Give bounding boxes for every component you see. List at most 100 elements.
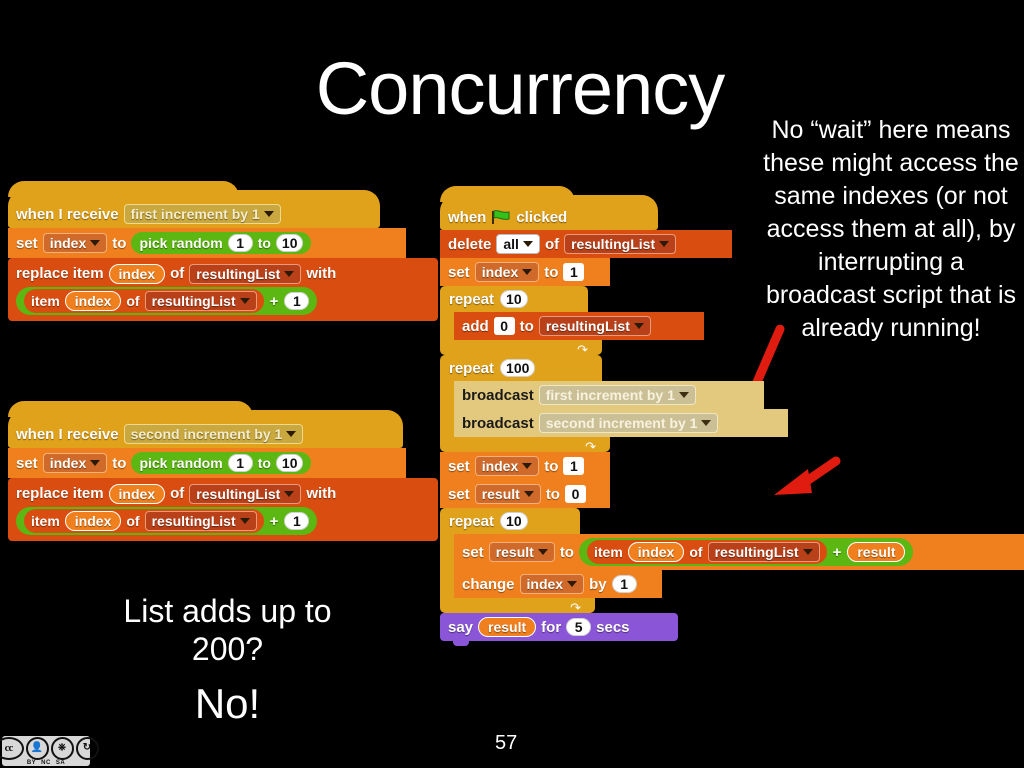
block-delete-of-list[interactable]: delete all of resultingList: [440, 230, 732, 258]
addend-value[interactable]: 1: [284, 292, 310, 310]
pick-random-from[interactable]: 1: [227, 454, 253, 472]
set-label: set: [448, 457, 470, 475]
chevron-down-icon: [701, 420, 712, 426]
say-seconds-input[interactable]: 5: [566, 618, 592, 636]
block-replace-item[interactable]: replace item index of resultingList with…: [8, 258, 438, 321]
pick-random-to[interactable]: 10: [275, 454, 304, 472]
block-broadcast-second[interactable]: broadcast second increment by 1: [454, 409, 788, 437]
variable-dropdown-index[interactable]: index: [474, 262, 540, 282]
block-replace-item[interactable]: replace item index of resultingList with…: [8, 478, 438, 541]
block-repeat-100-broadcasts[interactable]: repeat 100 broadcast first increment by …: [440, 355, 800, 454]
block-set-index-random[interactable]: set index to pick random 1 to 10: [8, 448, 406, 478]
variable-dropdown-index[interactable]: index: [42, 233, 108, 253]
reporter-pick-random[interactable]: pick random 1 to 10: [131, 232, 312, 254]
variable-index-reporter[interactable]: index: [108, 263, 166, 284]
hat-when-i-receive-second[interactable]: when I receive second increment by 1: [8, 401, 403, 448]
block-repeat-10-add[interactable]: repeat 10 add 0 to resultingList ↷: [440, 286, 740, 357]
broadcast-message-dropdown[interactable]: second increment by 1: [123, 424, 304, 444]
page-number: 57: [495, 732, 518, 754]
list-dropdown-resultinglist[interactable]: resultingList: [144, 511, 257, 531]
script-first-increment[interactable]: when I receive first increment by 1 set …: [8, 181, 438, 321]
broadcast-label: broadcast: [462, 386, 534, 404]
hat-when-green-flag-clicked[interactable]: when clicked: [440, 186, 658, 230]
variable-result-reporter[interactable]: result: [847, 542, 906, 562]
variable-dropdown-index[interactable]: index: [519, 574, 585, 594]
chevron-down-icon: [678, 392, 689, 398]
script-second-increment[interactable]: when I receive second increment by 1 set…: [8, 401, 438, 541]
list-dropdown-resultinglist[interactable]: resultingList: [189, 483, 302, 504]
block-set-result-to-0[interactable]: set result to 0: [440, 480, 610, 508]
reporter-item-of-list[interactable]: item index of resultingList: [24, 509, 264, 533]
add-value-input[interactable]: 0: [493, 317, 515, 335]
variable-index-reporter[interactable]: index: [627, 542, 685, 562]
list-dropdown-resultinglist[interactable]: resultingList: [564, 234, 677, 254]
reporter-sum[interactable]: item index of resultingList + result: [578, 538, 914, 566]
variable-dropdown-result[interactable]: result: [488, 542, 555, 562]
of-label: of: [170, 265, 185, 282]
change-amount-input[interactable]: 1: [611, 575, 637, 593]
reporter-pick-random[interactable]: pick random 1 to 10: [131, 452, 312, 474]
block-broadcast-first[interactable]: broadcast first increment by 1: [454, 381, 764, 409]
repeat-count-input[interactable]: 100: [500, 359, 536, 377]
of-label: of: [170, 485, 185, 502]
repeat-count-input[interactable]: 10: [500, 290, 528, 308]
variable-index-reporter[interactable]: index: [64, 511, 122, 531]
reporter-item-of-list[interactable]: item index of resultingList: [24, 289, 264, 313]
reporter-item-of-list[interactable]: item index of resultingList: [586, 540, 827, 564]
list-name: resultingList: [571, 236, 656, 252]
hat-when-i-receive-first[interactable]: when I receive first increment by 1: [8, 181, 380, 228]
verdict-answer: No!: [194, 679, 261, 727]
repeat-header[interactable]: repeat 100: [440, 355, 602, 381]
to-label: to: [257, 235, 271, 251]
broadcast-message-dropdown[interactable]: first increment by 1: [538, 385, 696, 405]
repeat-count-input[interactable]: 10: [500, 512, 528, 530]
set-label: set: [462, 543, 484, 561]
broadcast-message-dropdown[interactable]: second increment by 1: [538, 413, 719, 433]
block-say-for-secs[interactable]: say result for 5 secs: [440, 613, 678, 646]
list-dropdown-resultinglist[interactable]: resultingList: [538, 316, 651, 336]
set-value-input[interactable]: 1: [563, 457, 585, 475]
change-label: change: [462, 575, 515, 593]
script-main-green-flag[interactable]: when clicked delete all of resultingList: [440, 186, 1024, 646]
block-change-index-by-1[interactable]: change index by 1: [454, 570, 662, 598]
variable-result-reporter[interactable]: result: [478, 617, 537, 637]
page-title: Concurrency: [315, 47, 726, 130]
variable-index-reporter[interactable]: index: [64, 291, 122, 311]
for-label: for: [541, 618, 562, 636]
broadcast-message-dropdown[interactable]: first increment by 1: [123, 204, 281, 224]
block-set-index-random[interactable]: set index to pick random 1 to 10: [8, 228, 406, 258]
addend-value[interactable]: 1: [284, 512, 310, 530]
block-set-index-to-1-second[interactable]: set index to 1: [440, 452, 610, 480]
repeat-header[interactable]: repeat 10: [440, 508, 580, 534]
delete-which-value: all: [503, 236, 519, 252]
add-label: add: [462, 317, 489, 335]
pick-random-to[interactable]: 10: [275, 234, 304, 252]
variable-dropdown-index[interactable]: index: [42, 453, 108, 473]
reporter-sum[interactable]: item index of resultingList + 1: [16, 507, 318, 535]
to-label: to: [559, 543, 574, 561]
variable-index-reporter[interactable]: index: [108, 483, 166, 504]
pick-random-from[interactable]: 1: [227, 234, 253, 252]
repeat-header[interactable]: repeat 10: [440, 286, 588, 312]
variable-dropdown-index[interactable]: index: [474, 456, 540, 476]
chevron-down-icon: [284, 270, 295, 277]
list-dropdown-resultinglist[interactable]: resultingList: [144, 291, 257, 311]
reporter-sum[interactable]: item index of resultingList + 1: [16, 287, 318, 315]
slide-canvas: Concurrency No “wait” here means these m…: [0, 0, 1024, 768]
block-repeat-10-sum[interactable]: repeat 10 set result to item index of re…: [440, 508, 1024, 615]
block-add-to-list[interactable]: add 0 to resultingList: [454, 312, 704, 340]
pick-random-label: pick random: [139, 235, 223, 251]
set-value-input[interactable]: 1: [563, 263, 585, 281]
chevron-down-icon: [239, 518, 250, 524]
cc-by-label: BY: [26, 759, 37, 766]
delete-which-dropdown[interactable]: all: [496, 234, 540, 254]
to-label: to: [544, 263, 559, 281]
list-dropdown-resultinglist[interactable]: resultingList: [707, 542, 820, 562]
to-label: to: [112, 234, 127, 252]
variable-dropdown-result[interactable]: result: [474, 484, 541, 504]
set-value-input[interactable]: 0: [564, 485, 586, 503]
block-set-index-to-1[interactable]: set index to 1: [440, 258, 610, 286]
list-dropdown-resultinglist[interactable]: resultingList: [189, 263, 302, 284]
broadcast-message-value: first increment by 1: [130, 206, 260, 222]
block-set-result-sum[interactable]: set result to item index of resultingLis…: [454, 534, 1024, 570]
